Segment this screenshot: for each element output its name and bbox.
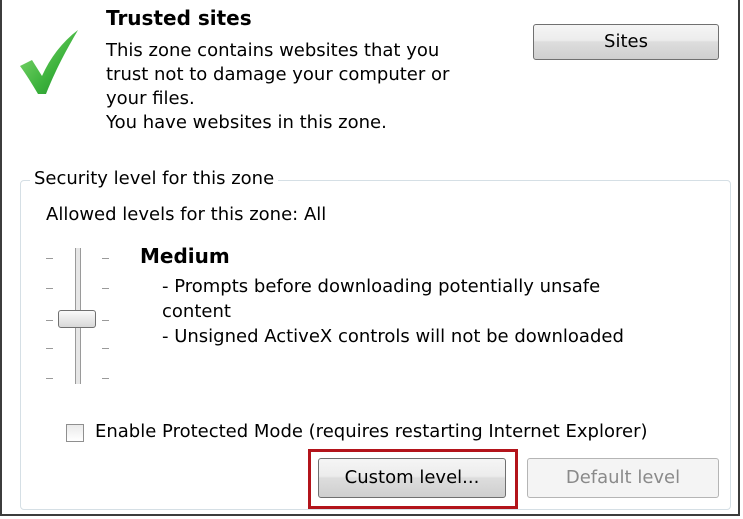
slider-tick bbox=[102, 348, 109, 349]
default-level-button[interactable]: Default level bbox=[527, 458, 719, 498]
slider-tick bbox=[46, 378, 53, 379]
slider-tick bbox=[102, 378, 109, 379]
slider-tick bbox=[46, 288, 53, 289]
zone-description: This zone contains websites that you tru… bbox=[106, 39, 516, 135]
level-description-line: - Prompts before downloading potentially… bbox=[162, 276, 601, 297]
slider-tick bbox=[102, 320, 109, 321]
security-level-name: Medium bbox=[140, 244, 230, 268]
zone-description-line: You have websites in this zone. bbox=[106, 112, 387, 133]
slider-tick bbox=[102, 258, 109, 259]
sites-button[interactable]: Sites bbox=[533, 24, 719, 60]
zone-title: Trusted sites bbox=[106, 6, 252, 30]
zone-description-line: This zone contains websites that you bbox=[106, 40, 440, 61]
level-description-line: - Unsigned ActiveX controls will not be … bbox=[162, 326, 624, 347]
zone-description-line: trust not to damage your computer or bbox=[106, 64, 450, 85]
slider-tick bbox=[46, 348, 53, 349]
protected-mode-label[interactable]: Enable Protected Mode (requires restarti… bbox=[95, 421, 648, 442]
slider-tick bbox=[46, 258, 53, 259]
protected-mode-checkbox[interactable] bbox=[66, 424, 84, 442]
checkmark-icon bbox=[20, 30, 78, 94]
slider-thumb[interactable] bbox=[58, 310, 96, 328]
level-description-line: content bbox=[162, 301, 231, 322]
security-zone-panel: Trusted sites This zone contains website… bbox=[0, 0, 740, 516]
security-level-slider[interactable] bbox=[42, 236, 118, 396]
slider-tick bbox=[102, 288, 109, 289]
custom-level-highlight-box bbox=[308, 449, 518, 509]
slider-tick bbox=[46, 320, 53, 321]
zone-description-line: your files. bbox=[106, 88, 195, 109]
allowed-levels-label: Allowed levels for this zone: All bbox=[46, 204, 327, 225]
security-level-description: - Prompts before downloading potentially… bbox=[162, 274, 682, 349]
security-level-group-label: Security level for this zone bbox=[30, 168, 279, 189]
